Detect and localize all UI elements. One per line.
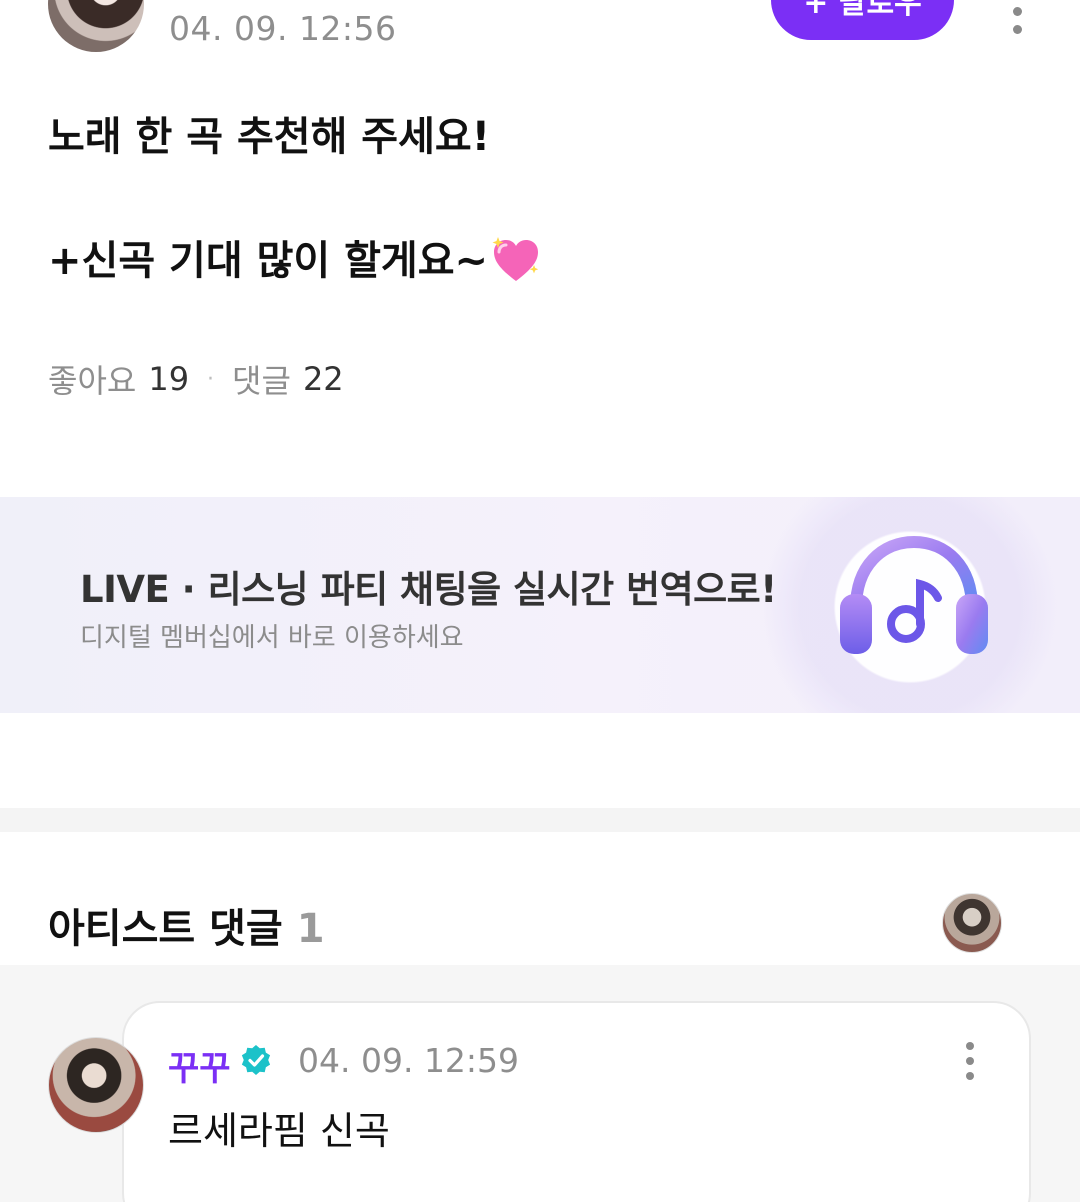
comments-count: 22 xyxy=(302,360,344,398)
comments-label[interactable]: 댓글 xyxy=(232,356,291,402)
stats-separator: · xyxy=(207,366,215,392)
section-divider xyxy=(0,808,1080,832)
artist-comments-heading: 아티스트 댓글 1 xyxy=(48,896,325,954)
likes-label[interactable]: 좋아요 xyxy=(48,356,136,402)
verified-badge-icon xyxy=(241,1044,271,1076)
author-avatar[interactable] xyxy=(48,0,144,52)
likes-count: 19 xyxy=(148,360,190,398)
post-text-line-1: 노래 한 곡 추천해 주세요! xyxy=(48,114,490,160)
sparkling-heart-icon xyxy=(492,237,539,281)
artist-comments-title: 아티스트 댓글 xyxy=(48,906,283,952)
artist-avatar-small[interactable] xyxy=(942,893,1002,953)
post-stats: 좋아요 19 · 댓글 22 xyxy=(48,356,344,402)
comment-author-name[interactable]: 꾸꾸 xyxy=(168,1041,231,1090)
banner-subtitle: 디지털 멤버십에서 바로 이용하세요 xyxy=(80,623,464,653)
comment-more-options-icon[interactable] xyxy=(964,1042,976,1080)
post-text-line-2-wrap: +신곡 기대 많이 할게요~ xyxy=(48,234,1028,288)
follow-button-label: + 팔로우 xyxy=(803,0,922,21)
banner-title: LIVE · 리스닝 파티 채팅을 실시간 번역으로! xyxy=(80,568,777,611)
headphones-icon xyxy=(840,535,988,654)
comment-author-avatar[interactable] xyxy=(48,1037,144,1133)
post-content: 노래 한 곡 추천해 주세요! +신곡 기대 많이 할게요~ xyxy=(48,110,1028,288)
comment-timestamp: 04. 09. 12:59 xyxy=(298,1041,520,1080)
follow-button[interactable]: + 팔로우 xyxy=(771,0,954,40)
post-header: 04. 09. 12:56 + 팔로우 xyxy=(0,0,1080,60)
post-text-line-2: +신곡 기대 많이 할게요~ xyxy=(48,238,489,284)
post-more-options-icon[interactable] xyxy=(1011,0,1023,34)
artist-comments-count: 1 xyxy=(296,906,325,952)
post-timestamp: 04. 09. 12:56 xyxy=(169,9,397,48)
comment-text: 르세라핌 신곡 xyxy=(168,1109,390,1153)
